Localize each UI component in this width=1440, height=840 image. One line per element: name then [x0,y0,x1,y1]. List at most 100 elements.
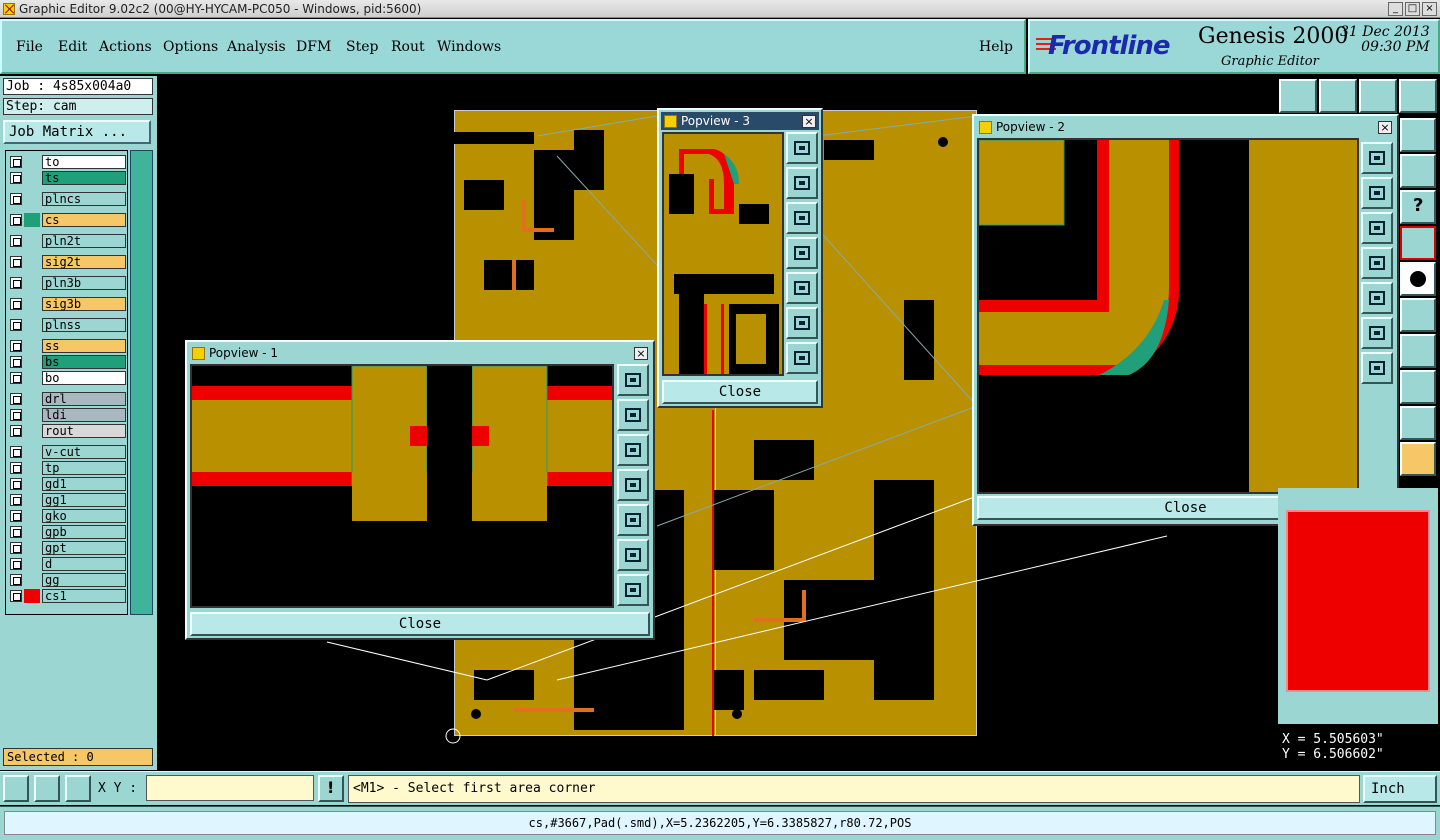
center-icon[interactable] [617,574,649,606]
layer-name[interactable]: drl [42,392,126,406]
layer-checkbox[interactable] [10,277,22,289]
layer-row[interactable]: gg [8,573,126,587]
layer-checkbox[interactable] [10,372,22,384]
help-icon[interactable]: ? [1400,190,1436,224]
layer-row[interactable]: cs [8,213,126,227]
layer-name[interactable]: ts [42,171,126,185]
layer-swatch[interactable] [24,234,40,248]
menu-options[interactable]: Options [163,39,218,55]
layer-checkbox[interactable] [10,510,22,522]
layer-name[interactable]: ldi [42,408,126,422]
layer-name[interactable]: sig2t [42,255,126,269]
layer-name[interactable]: rout [42,424,126,438]
layer-swatch[interactable] [24,213,40,227]
measure-icon[interactable] [34,775,60,802]
popview-2-view[interactable] [977,138,1359,494]
layer-checkbox[interactable] [10,298,22,310]
layer-swatch[interactable] [24,276,40,290]
layer-checkbox[interactable] [10,425,22,437]
layer-name[interactable]: bo [42,371,126,385]
menu-edit[interactable]: Edit [58,39,87,55]
layer-name[interactable]: to [42,155,126,169]
layer-row[interactable]: ss [8,339,126,353]
layer-name[interactable]: bs [42,355,126,369]
layer-name[interactable]: gg1 [42,493,126,507]
popview-1-close-icon[interactable]: × [634,347,648,360]
popview-2-close-icon[interactable]: × [1378,121,1392,134]
popview-2-titlebar[interactable]: Popview - 2 × [976,118,1395,136]
layer-checkbox[interactable] [10,356,22,368]
select-icon[interactable] [1400,442,1436,476]
pan-right-icon[interactable] [786,272,818,304]
pan-left-icon[interactable] [786,237,818,269]
snap-s-icon[interactable] [1400,154,1436,188]
layer-name[interactable]: gd1 [42,477,126,491]
layer-swatch[interactable] [24,371,40,385]
layer-name[interactable]: gpb [42,525,126,539]
layer-swatch[interactable] [24,297,40,311]
layer-row[interactable]: pln2t [8,234,126,248]
layer-checkbox[interactable] [10,156,22,168]
popview-1-close-button[interactable]: Close [190,612,650,636]
layer-name[interactable]: cs1 [42,589,126,603]
layer-row[interactable]: plnss [8,318,126,332]
popview-1-titlebar[interactable]: Popview - 1 × [189,344,651,362]
layer-row[interactable]: rout [8,424,126,438]
layer-row[interactable]: gko [8,509,126,523]
layer-checkbox[interactable] [10,172,22,184]
layer-name[interactable]: plncs [42,192,126,206]
pan-right-icon[interactable] [617,504,649,536]
menu-actions[interactable]: Actions [99,39,152,55]
alert-icon[interactable]: ! [318,775,344,802]
zoom-in-icon[interactable] [1361,142,1393,174]
layer-list-scrollbar[interactable] [130,150,153,615]
layer-name[interactable]: gpt [42,541,126,555]
layer-swatch[interactable] [24,509,40,523]
popview-3-view[interactable] [662,132,784,376]
layer-name[interactable]: d [42,557,126,571]
unit-selector[interactable]: Inch [1363,775,1437,803]
menu-dfm[interactable]: DFM [296,39,331,55]
home-button[interactable] [1359,79,1397,113]
layer-row[interactable]: ldi [8,408,126,422]
layer-row[interactable]: gg1 [8,493,126,507]
layer-checkbox[interactable] [10,393,22,405]
layer-swatch[interactable] [24,477,40,491]
layer-name[interactable]: pln2t [42,234,126,248]
layer-checkbox[interactable] [10,526,22,538]
grid-icon[interactable] [65,775,91,802]
menu-file[interactable]: File [16,39,43,55]
pan-right-icon[interactable] [1361,282,1393,314]
layer-swatch[interactable] [24,392,40,406]
center-icon[interactable] [786,342,818,374]
layer-name[interactable]: cs [42,213,126,227]
close-window-button[interactable]: × [1422,2,1437,16]
layer-name[interactable]: tp [42,461,126,475]
layer-name[interactable]: v-cut [42,445,126,459]
popview-3-titlebar[interactable]: Popview - 3 × [661,112,819,130]
center-icon[interactable] [1361,352,1393,384]
layer-swatch[interactable] [24,255,40,269]
layer-row[interactable]: v-cut [8,445,126,459]
menu-help[interactable]: Help [979,39,1013,55]
layer-name[interactable]: sig3b [42,297,126,311]
layer-swatch[interactable] [24,318,40,332]
layer-swatch[interactable] [24,573,40,587]
layer-row[interactable]: bo [8,371,126,385]
graphic-canvas[interactable]: Popview - 3 × Close Popview - 2 × Close … [157,76,1399,770]
layer-row[interactable]: plncs [8,192,126,206]
layer-name[interactable]: pln3b [42,276,126,290]
zoom-fit-icon[interactable] [786,307,818,339]
layer-checkbox[interactable] [10,590,22,602]
layer-checkbox[interactable] [10,235,22,247]
zoom-in-icon[interactable] [617,364,649,396]
pan-left-icon[interactable] [1361,247,1393,279]
layer-checkbox[interactable] [10,340,22,352]
layer-swatch[interactable] [24,445,40,459]
snap-icon[interactable] [3,775,29,802]
layer-swatch[interactable] [24,355,40,369]
record-icon[interactable] [1400,262,1436,296]
layer-row[interactable]: drl [8,392,126,406]
move-icon[interactable] [1400,298,1436,332]
layer-swatch[interactable] [24,557,40,571]
